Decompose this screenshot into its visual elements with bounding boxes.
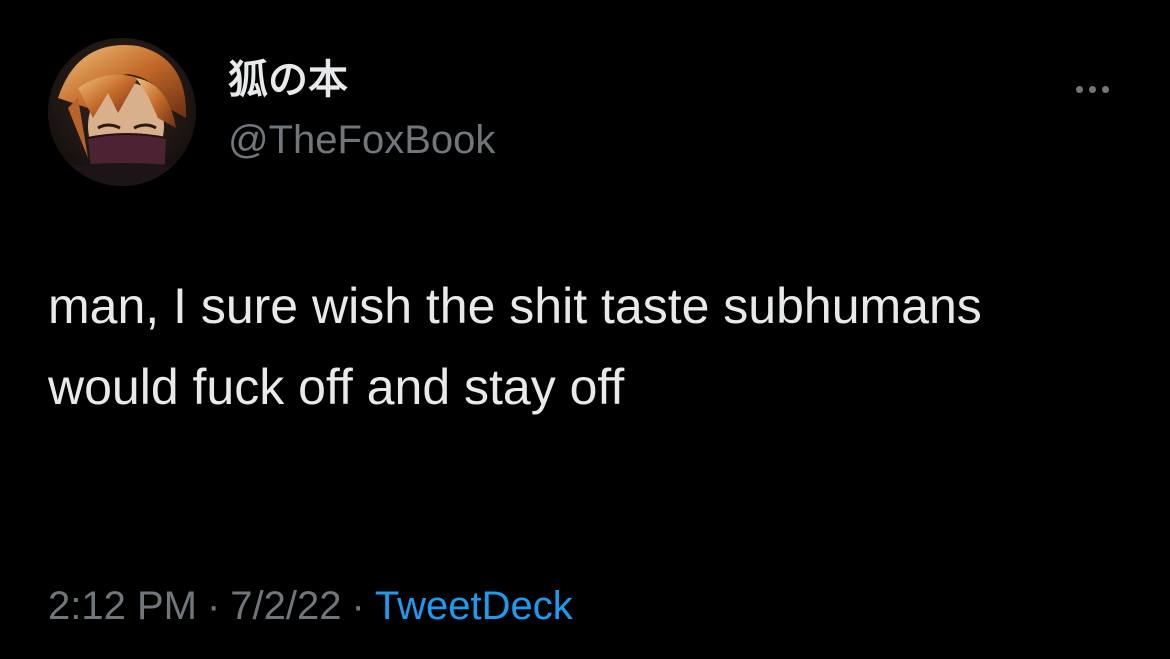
tweet-date[interactable]: 7/2/22: [230, 584, 341, 628]
more-dot-icon: [1101, 85, 1109, 93]
avatar-image: [48, 38, 196, 186]
more-dot-icon: [1088, 85, 1096, 93]
author-avatar[interactable]: [48, 38, 196, 186]
meta-separator: ·: [351, 584, 365, 628]
author-handle[interactable]: @TheFoxBook: [228, 118, 495, 162]
author-display-name[interactable]: 狐の本: [228, 58, 348, 102]
tweet-meta: 2:12 PM · 7/2/22 · TweetDeck: [48, 584, 573, 628]
tweet-source-link[interactable]: TweetDeck: [375, 584, 573, 628]
tweet-time[interactable]: 2:12 PM: [48, 584, 197, 628]
more-dot-icon: [1075, 85, 1083, 93]
tweet-text: man, I sure wish the shit taste subhuman…: [48, 278, 982, 415]
meta-separator: ·: [206, 584, 221, 628]
more-options-button[interactable]: [1064, 72, 1120, 106]
tweet-card: 狐の本 @TheFoxBook man, I sure wish the shi…: [0, 0, 1170, 659]
